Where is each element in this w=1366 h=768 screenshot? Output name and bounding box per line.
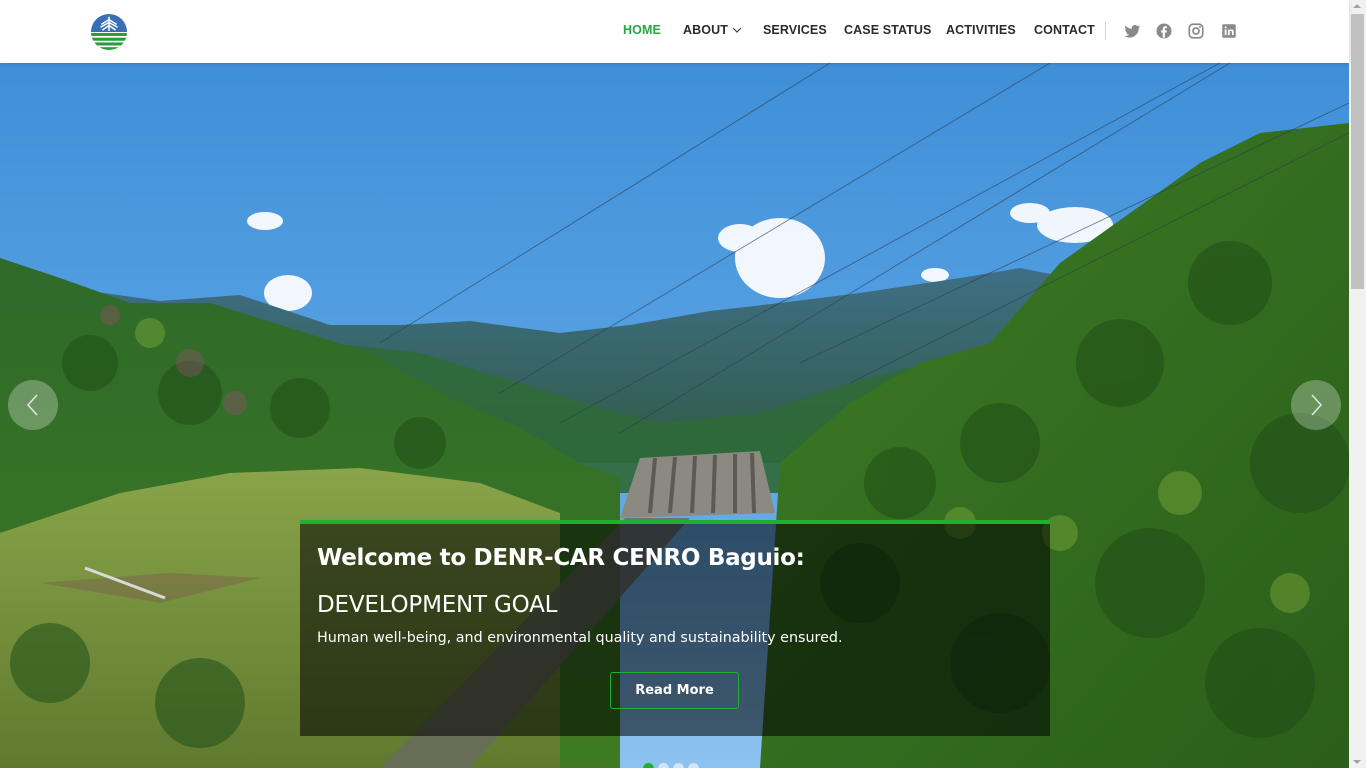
nav-about-label: ABOUT: [683, 23, 728, 37]
hero-carousel: Welcome to DENR-CAR CENRO Baguio: DEVELO…: [0, 63, 1349, 768]
nav-contact[interactable]: CONTACT: [1034, 23, 1095, 37]
scroll-down-arrow-icon[interactable]: [1353, 760, 1361, 764]
nav-activities[interactable]: ACTIVITIES: [946, 23, 1016, 37]
caption-welcome-title: Welcome to DENR-CAR CENRO Baguio:: [317, 545, 805, 571]
nav-services[interactable]: SERVICES: [763, 23, 827, 37]
carousel-dot[interactable]: [643, 763, 654, 768]
scroll-up-arrow-icon[interactable]: [1353, 4, 1361, 8]
carousel-dot[interactable]: [658, 763, 669, 768]
read-more-button[interactable]: Read More: [610, 672, 739, 709]
carousel-dot[interactable]: [688, 763, 699, 768]
page-scrollbar[interactable]: [1349, 0, 1366, 768]
nav-about[interactable]: ABOUT: [683, 23, 742, 37]
caption-description: Human well-being, and environmental qual…: [317, 630, 843, 646]
scrollbar-thumb[interactable]: [1351, 14, 1364, 289]
carousel-next-button[interactable]: [1291, 380, 1341, 430]
carousel-dot[interactable]: [673, 763, 684, 768]
linkedin-icon[interactable]: [1220, 22, 1238, 40]
chevron-right-icon: [1311, 394, 1323, 416]
chevron-left-icon: [26, 394, 38, 416]
carousel-indicators: [643, 763, 699, 768]
instagram-icon[interactable]: [1187, 22, 1205, 40]
nav-divider: [1105, 22, 1106, 40]
facebook-icon[interactable]: [1155, 22, 1173, 40]
hero-caption: Welcome to DENR-CAR CENRO Baguio: DEVELO…: [300, 520, 1050, 736]
caption-heading: DEVELOPMENT GOAL: [317, 592, 558, 618]
twitter-icon[interactable]: [1123, 22, 1141, 40]
site-header: HOME ABOUT SERVICES CASE STATUS ACTIVITI…: [0, 0, 1349, 63]
denr-logo-icon[interactable]: [90, 13, 128, 51]
nav-case-status[interactable]: CASE STATUS: [844, 23, 931, 37]
chevron-down-icon: [732, 27, 742, 33]
nav-home[interactable]: HOME: [623, 23, 661, 37]
carousel-prev-button[interactable]: [8, 380, 58, 430]
